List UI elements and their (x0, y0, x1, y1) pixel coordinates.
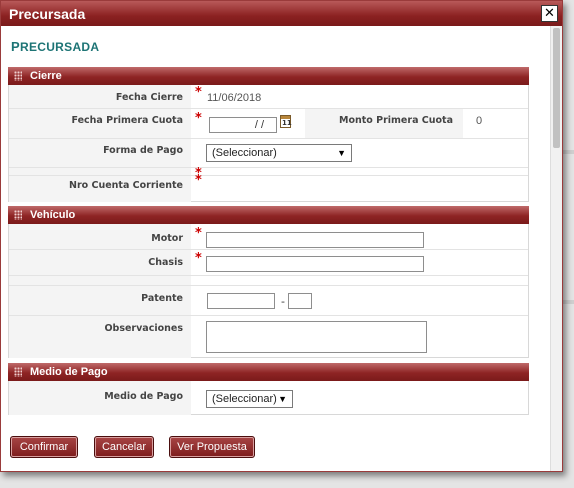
dialog-titlebar[interactable]: Precursada (1, 1, 562, 26)
required-mark: * (195, 85, 202, 100)
fecha-primera-cuota-label: Fecha Primera Cuota (9, 109, 191, 138)
section-title-medio-de-pago: Medio de Pago (30, 366, 108, 378)
forma-de-pago-label: Forma de Pago (9, 139, 191, 167)
patente-separator: - (281, 295, 285, 308)
row-fecha-cierre: Fecha Cierre * 11/06/2018 (9, 85, 528, 109)
section-header-vehiculo: Vehículo (8, 206, 529, 224)
section-header-medio-de-pago: Medio de Pago (8, 363, 529, 381)
empty-label (9, 276, 191, 285)
row-spacer (9, 276, 528, 286)
chasis-label: Chasis (9, 250, 191, 275)
monto-primera-cuota-label: Monto Primera Cuota (339, 115, 453, 126)
patente-input-1[interactable] (207, 293, 275, 309)
motor-input[interactable] (206, 232, 424, 248)
fecha-primera-cuota-input[interactable]: / / (209, 117, 277, 133)
patente-label: Patente (9, 286, 191, 315)
row-observaciones: Observaciones (9, 316, 528, 358)
row-spacer: * (9, 166, 528, 181)
precursada-dialog: Precursada ✕ PRECURSADA Cierre Fecha Cie… (0, 0, 563, 472)
row-forma-de-pago: Forma de Pago (Seleccionar) ▼ (9, 139, 528, 168)
section-body-medio-de-pago: Medio de Pago (Seleccionar) ▼ (8, 381, 529, 415)
empty-label (9, 168, 191, 175)
close-button[interactable]: ✕ (541, 5, 558, 22)
row-medio-de-pago: Medio de Pago (Seleccionar) ▼ (9, 381, 528, 415)
ver-propuesta-button[interactable]: Ver Propuesta (169, 436, 255, 458)
grip-icon (14, 210, 22, 220)
fecha-cierre-value: 11/06/2018 (207, 92, 262, 104)
required-mark: * (195, 173, 202, 188)
required-mark: * (195, 226, 202, 241)
dialog-title: Precursada (9, 5, 86, 22)
dialog-content: PRECURSADA Cierre Fecha Cierre * 11/06/2… (1, 26, 552, 471)
row-chasis: Chasis * (9, 250, 528, 276)
nro-cuenta-corriente-label: Nro Cuenta Corriente (9, 176, 191, 202)
row-patente: Patente - (9, 286, 528, 316)
row-fecha-primera-cuota: Fecha Primera Cuota * / / 11 Monto Prime… (9, 109, 528, 139)
calendar-icon[interactable]: 11 (280, 115, 292, 128)
observaciones-label: Observaciones (9, 316, 191, 358)
required-mark: * (195, 251, 202, 266)
page-title-rest: RECURSADA (19, 40, 100, 54)
chasis-input[interactable] (206, 256, 424, 272)
medio-de-pago-select[interactable]: (Seleccionar) ▼ (206, 390, 293, 408)
medio-de-pago-label: Medio de Pago (9, 381, 191, 415)
monto-primera-cuota-label-cell: Monto Primera Cuota (305, 109, 463, 138)
motor-label: Motor (9, 224, 191, 249)
row-motor: Motor * (9, 224, 528, 250)
cancelar-button[interactable]: Cancelar (94, 436, 154, 458)
section-header-cierre: Cierre (8, 67, 529, 85)
scrollbar-thumb[interactable] (553, 28, 560, 148)
grip-icon (14, 367, 22, 377)
row-nro-cuenta-corriente: Nro Cuenta Corriente * (9, 173, 528, 202)
chevron-down-icon: ▼ (337, 148, 346, 158)
page-title-initial: P (11, 39, 20, 54)
forma-de-pago-select[interactable]: (Seleccionar) ▼ (206, 144, 352, 162)
section-body-cierre: Fecha Cierre * 11/06/2018 Fecha Primera … (8, 85, 529, 202)
forma-de-pago-selected: (Seleccionar) (212, 147, 277, 159)
section-title-vehiculo: Vehículo (30, 209, 76, 221)
confirmar-button[interactable]: Confirmar (10, 436, 78, 458)
section-title-cierre: Cierre (30, 70, 62, 82)
patente-input-2[interactable] (288, 293, 312, 309)
monto-primera-cuota-value: 0 (476, 115, 483, 127)
page-title: PRECURSADA (11, 39, 99, 54)
chevron-down-icon: ▼ (278, 394, 287, 404)
grip-icon (14, 71, 22, 81)
close-icon: ✕ (544, 6, 555, 21)
section-body-vehiculo: Motor * Chasis * Patente - Observaciones (8, 224, 529, 358)
fecha-cierre-label: Fecha Cierre (9, 85, 191, 108)
required-mark: * (195, 111, 202, 126)
observaciones-textarea[interactable] (206, 321, 427, 353)
medio-de-pago-selected: (Seleccionar) (212, 393, 277, 405)
